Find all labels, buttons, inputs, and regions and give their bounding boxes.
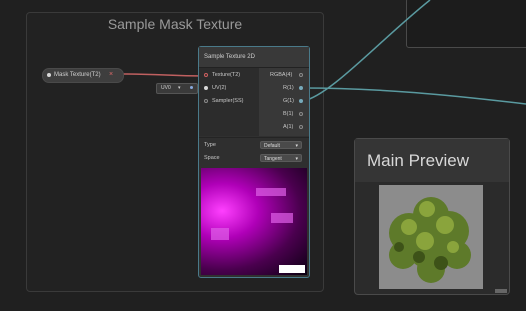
texture-preview: [201, 168, 307, 275]
input-sampler-label: Sampler(SS): [212, 98, 244, 104]
node-title[interactable]: Sample Texture 2D: [199, 47, 309, 68]
r-output-port[interactable]: [299, 86, 303, 90]
type-value: Default: [264, 143, 280, 149]
texture-input-port[interactable]: [204, 73, 208, 77]
output-a-label: A(1): [283, 124, 294, 130]
chevron-down-icon: ▾: [295, 143, 298, 149]
input-ports: Texture(T2) UV(2) Sampler(SS): [199, 68, 259, 136]
space-value: Tangent: [264, 156, 282, 162]
space-dropdown[interactable]: Tangent ▾: [260, 154, 302, 162]
group-title: Sample Mask Texture: [107, 16, 243, 32]
uv-output-port[interactable]: [190, 86, 193, 89]
property-label: Mask Texture(T2): [54, 72, 101, 78]
property-output-port[interactable]: ×: [109, 71, 113, 78]
property-icon: [47, 73, 51, 77]
uv-channel-dropdown[interactable]: UV0 ▾: [156, 83, 198, 94]
type-label: Type: [204, 142, 216, 148]
preview-noise: [271, 213, 293, 223]
output-b-label: B(1): [283, 111, 294, 117]
preview-render[interactable]: [379, 185, 483, 289]
sampler-input-port[interactable]: [204, 99, 208, 103]
node-frame-offscreen[interactable]: [406, 0, 526, 48]
output-r-label: R(1): [283, 85, 294, 91]
resize-handle[interactable]: [495, 289, 507, 293]
a-output-port[interactable]: [299, 125, 303, 129]
wire-r-output: [302, 87, 526, 105]
output-g-label: G(1): [283, 98, 294, 104]
node-settings: Type Default ▾ Space Tangent ▾: [199, 137, 309, 168]
mask-texture-property-node[interactable]: Mask Texture(T2) ×: [42, 68, 124, 83]
input-uv-label: UV(2): [212, 85, 227, 91]
sample-texture-2d-node[interactable]: Sample Texture 2D Texture(T2) UV(2) Samp…: [198, 46, 310, 278]
uv-label: UV0: [161, 85, 171, 91]
type-dropdown[interactable]: Default ▾: [260, 141, 302, 149]
b-output-port[interactable]: [299, 112, 303, 116]
output-rgba-label: RGBA(4): [270, 72, 293, 78]
preview-white-patch: [279, 265, 305, 273]
preview-noise: [211, 228, 229, 240]
space-label: Space: [204, 155, 220, 161]
main-preview-title[interactable]: Main Preview: [355, 139, 509, 182]
chevron-down-icon: ▾: [178, 85, 181, 91]
preview-noise: [256, 188, 286, 196]
main-preview-window[interactable]: Main Preview: [354, 138, 510, 295]
input-texture-label: Texture(T2): [212, 72, 241, 78]
bush-render-image: [389, 197, 471, 283]
g-output-port[interactable]: [299, 99, 303, 103]
uv-input-port[interactable]: [204, 86, 208, 90]
chevron-down-icon: ▾: [295, 156, 298, 162]
rgba-output-port[interactable]: [299, 73, 303, 77]
output-ports: RGBA(4) R(1) G(1) B(1) A(1): [259, 68, 309, 136]
